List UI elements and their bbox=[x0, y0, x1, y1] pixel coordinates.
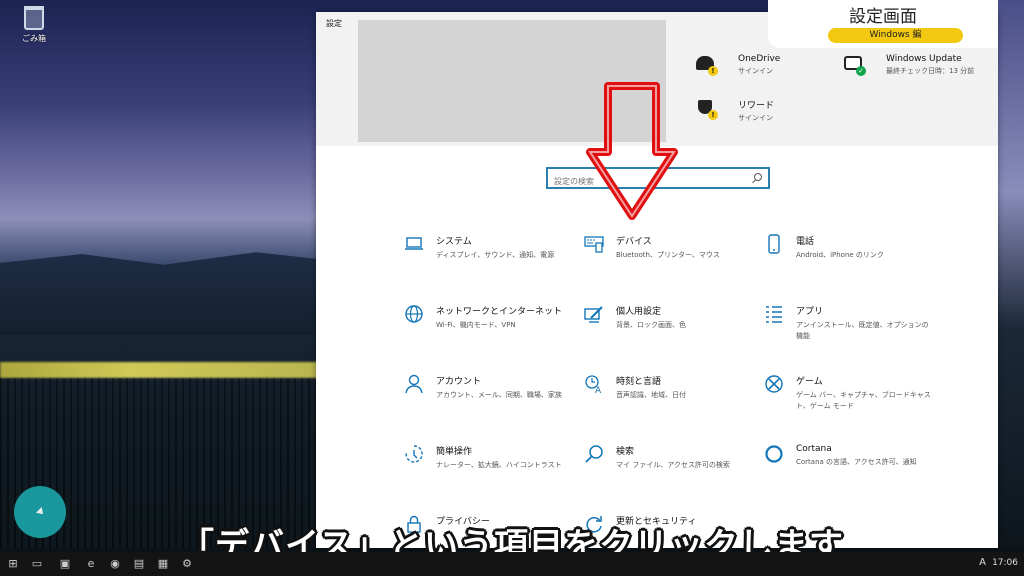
category-desc: 音声認識、地域、日付 bbox=[616, 391, 686, 399]
cortana-icon bbox=[764, 444, 784, 464]
chrome-icon[interactable]: ◉ bbox=[108, 557, 122, 571]
status-title: OneDrive bbox=[738, 54, 781, 64]
water-reflection bbox=[0, 362, 330, 378]
video-title-card: 設定画面 Windows 編 bbox=[768, 0, 998, 48]
keyboard-icon bbox=[584, 234, 604, 254]
category-name: ネットワークとインターネット bbox=[436, 307, 563, 317]
category-devices[interactable]: デバイス Bluetooth、プリンター、マウス bbox=[584, 234, 754, 261]
recycle-bin-shortcut[interactable]: ごみ箱 bbox=[18, 6, 50, 44]
status-rewards[interactable]: ! リワード サインイン bbox=[696, 98, 774, 123]
category-phone[interactable]: 電話 Android、iPhone のリンク bbox=[764, 234, 934, 261]
category-name: 個人用設定 bbox=[616, 307, 662, 317]
update-icon: ✓ bbox=[844, 54, 866, 76]
status-title: Windows Update bbox=[886, 54, 962, 64]
status-subtitle: サインイン bbox=[738, 114, 773, 122]
edge-icon[interactable]: e bbox=[84, 557, 98, 571]
category-desc: 背景、ロック画面、色 bbox=[616, 321, 686, 329]
status-windows-update[interactable]: ✓ Windows Update 最終チェック日時：13 分前 bbox=[844, 54, 976, 76]
red-arrow-down-icon bbox=[586, 82, 678, 220]
category-name: ゲーム bbox=[796, 377, 823, 387]
category-desc: ディスプレイ、サウンド、通知、電源 bbox=[436, 251, 555, 259]
category-name: 検索 bbox=[616, 447, 635, 457]
clock[interactable]: 17:06 bbox=[992, 558, 1018, 568]
cloud-icon: ! bbox=[696, 54, 718, 76]
overlay-tag: Windows 編 bbox=[828, 28, 963, 43]
category-desc: Android、iPhone のリンク bbox=[796, 251, 884, 259]
category-ease-of-access[interactable]: 簡単操作 ナレーター、拡大鏡、ハイコントラスト bbox=[404, 444, 574, 471]
app-icon[interactable]: ▦ bbox=[156, 557, 170, 571]
settings-gear-icon[interactable]: ⚙ bbox=[180, 557, 194, 571]
store-icon[interactable]: ▤ bbox=[132, 557, 146, 571]
xbox-icon bbox=[764, 374, 784, 394]
category-desc: ナレーター、拡大鏡、ハイコントラスト bbox=[436, 461, 562, 469]
search-icon bbox=[584, 444, 604, 464]
category-gaming[interactable]: ゲーム ゲーム バー、キャプチャ、ブロードキャスト、ゲーム モード bbox=[764, 374, 934, 412]
category-desc: Bluetooth、プリンター、マウス bbox=[616, 251, 720, 259]
svg-text:A: A bbox=[595, 386, 602, 394]
category-name: デバイス bbox=[616, 237, 652, 247]
category-desc: アンインストール、既定値、オプションの機能 bbox=[796, 321, 929, 340]
category-system[interactable]: システム ディスプレイ、サウンド、通知、電源 bbox=[404, 234, 574, 261]
taskbar: ⊞ ▭ ▣ e ◉ ▤ ▦ ⚙ A 17:06 bbox=[0, 552, 1024, 576]
category-name: Cortana bbox=[796, 444, 832, 454]
laptop-icon bbox=[404, 234, 424, 254]
category-desc: アカウント、メール、同期、職場、家族 bbox=[436, 391, 562, 399]
category-desc: Wi-Fi、機内モード、VPN bbox=[436, 321, 516, 329]
status-subtitle: サインイン bbox=[738, 67, 773, 75]
category-name: 電話 bbox=[796, 237, 815, 247]
category-accounts[interactable]: アカウント アカウント、メール、同期、職場、家族 bbox=[404, 374, 574, 401]
category-name: 簡単操作 bbox=[436, 447, 473, 457]
file-explorer-icon[interactable]: ▣ bbox=[58, 557, 72, 571]
category-name: システム bbox=[436, 237, 472, 247]
phone-icon bbox=[764, 234, 784, 254]
window-title: 設定 bbox=[326, 19, 342, 28]
trophy-icon: ! bbox=[696, 98, 718, 120]
ease-of-access-icon bbox=[404, 444, 424, 464]
category-name: アプリ bbox=[796, 307, 824, 317]
category-search[interactable]: 検索 マイ ファイル、アクセス許可の検索 bbox=[584, 444, 754, 471]
recycle-bin-icon bbox=[24, 6, 44, 30]
category-apps[interactable]: アプリ アンインストール、既定値、オプションの機能 bbox=[764, 304, 934, 342]
warning-icon: ! bbox=[708, 66, 718, 76]
time-language-icon: A bbox=[584, 374, 604, 396]
status-onedrive[interactable]: ! OneDrive サインイン bbox=[696, 54, 780, 76]
status-subtitle: 最終チェック日時：13 分前 bbox=[886, 67, 975, 75]
category-desc: マイ ファイル、アクセス許可の検索 bbox=[616, 461, 730, 469]
category-time-language[interactable]: A 時刻と言語 音声認識、地域、日付 bbox=[584, 374, 754, 401]
search-icon bbox=[754, 173, 762, 181]
category-personalization[interactable]: 個人用設定 背景、ロック画面、色 bbox=[584, 304, 754, 331]
status-title: リワード bbox=[738, 101, 775, 111]
category-cortana[interactable]: Cortana Cortana の言語、アクセス許可、通知 bbox=[764, 444, 934, 468]
overlay-title: 設定画面 bbox=[849, 7, 917, 27]
person-icon bbox=[404, 374, 424, 394]
warning-icon: ! bbox=[708, 110, 718, 120]
category-name: 時刻と言語 bbox=[616, 377, 662, 387]
category-desc: ゲーム バー、キャプチャ、ブロードキャスト、ゲーム モード bbox=[796, 391, 931, 410]
mouse-pointer-icon bbox=[36, 507, 46, 517]
category-network[interactable]: ネットワークとインターネット Wi-Fi、機内モード、VPN bbox=[404, 304, 574, 331]
check-icon: ✓ bbox=[856, 66, 866, 76]
task-view-icon[interactable]: ▭ bbox=[30, 557, 44, 571]
category-name: アカウント bbox=[436, 377, 482, 387]
category-desc: Cortana の言語、アクセス許可、通知 bbox=[796, 458, 917, 466]
ime-indicator[interactable]: A bbox=[979, 557, 986, 568]
globe-icon bbox=[404, 304, 424, 324]
apps-list-icon bbox=[764, 304, 784, 324]
recycle-bin-label: ごみ箱 bbox=[22, 34, 46, 43]
wallpaper-edge bbox=[998, 0, 1024, 548]
paint-icon bbox=[584, 304, 604, 324]
start-windows-icon[interactable]: ⊞ bbox=[6, 557, 20, 571]
